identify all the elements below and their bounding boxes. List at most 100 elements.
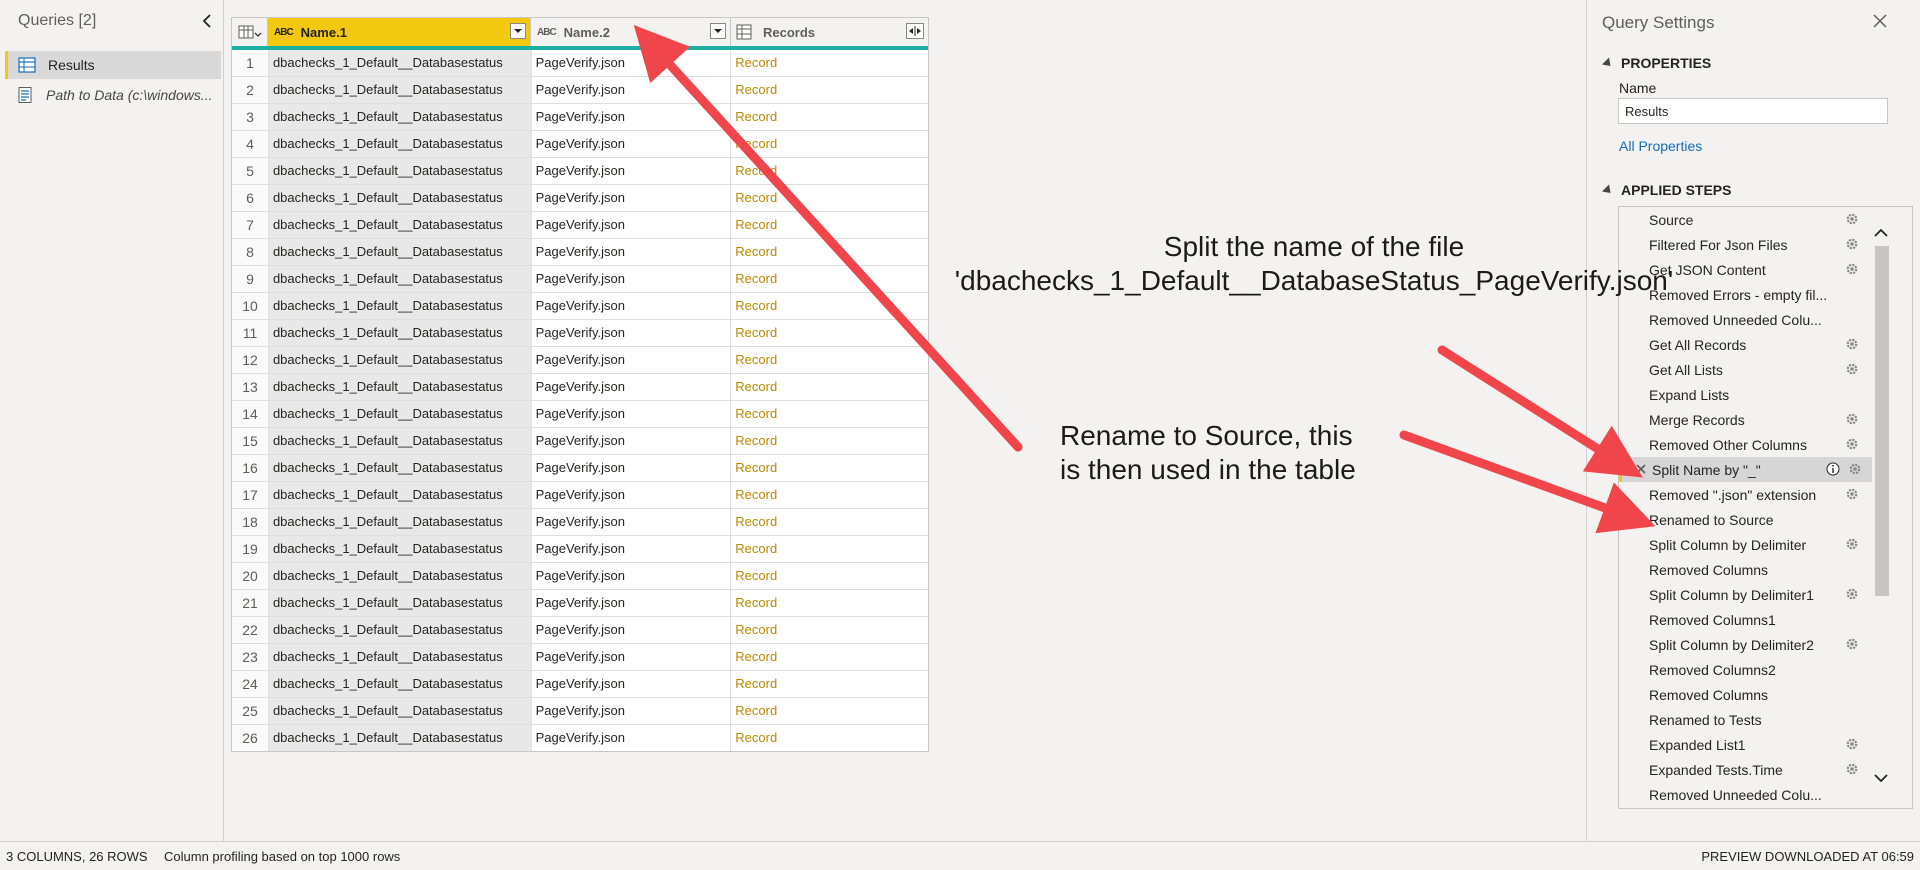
column-header-name1[interactable]: ABC Name.1 [268, 18, 531, 46]
cell-record-link[interactable]: Record [731, 725, 928, 751]
applied-step[interactable]: Removed Columns [1619, 557, 1869, 582]
cell-record-link[interactable]: Record [731, 104, 928, 130]
gear-icon[interactable] [1845, 537, 1859, 551]
gear-icon[interactable] [1845, 212, 1859, 226]
column-header-name2[interactable]: ABC Name.2 [531, 18, 731, 46]
cell-name1[interactable]: dbachecks_1_Default__Databasestatus [268, 536, 532, 562]
applied-step[interactable]: Get All Records [1619, 332, 1869, 357]
table-selector-button[interactable] [232, 18, 268, 46]
row-number[interactable]: 20 [232, 563, 269, 589]
column-filter-dropdown[interactable] [710, 23, 726, 39]
cell-name2[interactable]: PageVerify.json [532, 158, 732, 184]
cell-record-link[interactable]: Record [731, 374, 928, 400]
cell-name2[interactable]: PageVerify.json [532, 212, 732, 238]
query-name-input[interactable] [1618, 98, 1888, 124]
gear-icon[interactable] [1845, 412, 1859, 426]
row-number[interactable]: 17 [232, 482, 269, 508]
properties-section-title[interactable]: PROPERTIES [1601, 55, 1711, 71]
cell-name1[interactable]: dbachecks_1_Default__Databasestatus [268, 590, 532, 616]
cell-name1[interactable]: dbachecks_1_Default__Databasestatus [268, 104, 532, 130]
cell-record-link[interactable]: Record [731, 320, 928, 346]
cell-record-link[interactable]: Record [731, 401, 928, 427]
cell-record-link[interactable]: Record [731, 644, 928, 670]
cell-record-link[interactable]: Record [731, 293, 928, 319]
cell-record-link[interactable]: Record [731, 131, 928, 157]
row-number[interactable]: 18 [232, 509, 269, 535]
row-number[interactable]: 26 [232, 725, 269, 751]
cell-record-link[interactable]: Record [731, 428, 928, 454]
applied-step[interactable]: Removed ".json" extension [1619, 482, 1869, 507]
applied-step[interactable]: Source [1619, 207, 1869, 232]
gear-icon[interactable] [1845, 762, 1859, 776]
cell-record-link[interactable]: Record [731, 590, 928, 616]
cell-name1[interactable]: dbachecks_1_Default__Databasestatus [268, 293, 532, 319]
gear-icon[interactable] [1845, 262, 1859, 276]
text-type-icon[interactable]: ABC [274, 27, 294, 38]
cell-name1[interactable]: dbachecks_1_Default__Databasestatus [268, 563, 532, 589]
scroll-up-icon[interactable] [1873, 226, 1889, 240]
row-number[interactable]: 7 [232, 212, 269, 238]
cell-name2[interactable]: PageVerify.json [532, 401, 732, 427]
cell-name2[interactable]: PageVerify.json [532, 698, 732, 724]
profiling-status[interactable]: Column profiling based on top 1000 rows [164, 849, 400, 864]
cell-name2[interactable]: PageVerify.json [532, 644, 732, 670]
cell-name1[interactable]: dbachecks_1_Default__Databasestatus [268, 617, 532, 643]
scroll-down-icon[interactable] [1873, 771, 1889, 785]
gear-icon[interactable] [1845, 437, 1859, 451]
cell-name2[interactable]: PageVerify.json [532, 347, 732, 373]
cell-name1[interactable]: dbachecks_1_Default__Databasestatus [268, 131, 532, 157]
expand-column-button[interactable] [906, 23, 924, 39]
cell-record-link[interactable]: Record [731, 509, 928, 535]
row-number[interactable]: 4 [232, 131, 269, 157]
cell-record-link[interactable]: Record [731, 347, 928, 373]
row-number[interactable]: 6 [232, 185, 269, 211]
cell-name2[interactable]: PageVerify.json [532, 104, 732, 130]
row-number[interactable]: 13 [232, 374, 269, 400]
cell-record-link[interactable]: Record [731, 266, 928, 292]
cell-record-link[interactable]: Record [731, 455, 928, 481]
query-item-path-to-data[interactable]: Path to Data (c:\windows... [6, 81, 219, 109]
cell-record-link[interactable]: Record [731, 212, 928, 238]
gear-icon[interactable] [1848, 462, 1862, 476]
row-number[interactable]: 19 [232, 536, 269, 562]
applied-step[interactable]: Renamed to Tests [1619, 707, 1869, 732]
applied-step[interactable]: Removed Columns2 [1619, 657, 1869, 682]
cell-record-link[interactable]: Record [731, 536, 928, 562]
cell-record-link[interactable]: Record [731, 50, 928, 76]
cell-name1[interactable]: dbachecks_1_Default__Databasestatus [268, 455, 532, 481]
applied-step[interactable]: Expand Lists [1619, 382, 1869, 407]
row-number[interactable]: 5 [232, 158, 269, 184]
cell-name1[interactable]: dbachecks_1_Default__Databasestatus [268, 185, 532, 211]
delete-step-icon[interactable] [1634, 462, 1648, 476]
cell-name2[interactable]: PageVerify.json [532, 374, 732, 400]
applied-step[interactable]: Expanded List1 [1619, 732, 1869, 757]
cell-name2[interactable]: PageVerify.json [532, 320, 732, 346]
cell-name1[interactable]: dbachecks_1_Default__Databasestatus [268, 401, 532, 427]
record-type-icon[interactable] [735, 24, 755, 40]
cell-name1[interactable]: dbachecks_1_Default__Databasestatus [268, 50, 532, 76]
cell-name2[interactable]: PageVerify.json [532, 482, 732, 508]
gear-icon[interactable] [1845, 587, 1859, 601]
gear-icon[interactable] [1845, 487, 1859, 501]
row-number[interactable]: 9 [232, 266, 269, 292]
row-number[interactable]: 1 [232, 50, 269, 76]
row-number[interactable]: 10 [232, 293, 269, 319]
cell-name1[interactable]: dbachecks_1_Default__Databasestatus [268, 671, 532, 697]
row-number[interactable]: 23 [232, 644, 269, 670]
cell-record-link[interactable]: Record [731, 671, 928, 697]
cell-name2[interactable]: PageVerify.json [532, 131, 732, 157]
column-filter-dropdown[interactable] [510, 23, 526, 39]
cell-name1[interactable]: dbachecks_1_Default__Databasestatus [268, 320, 532, 346]
gear-icon[interactable] [1845, 337, 1859, 351]
row-number[interactable]: 12 [232, 347, 269, 373]
cell-record-link[interactable]: Record [731, 617, 928, 643]
cell-name1[interactable]: dbachecks_1_Default__Databasestatus [268, 266, 532, 292]
cell-name2[interactable]: PageVerify.json [532, 428, 732, 454]
cell-name2[interactable]: PageVerify.json [532, 239, 732, 265]
row-number[interactable]: 2 [232, 77, 269, 103]
cell-name2[interactable]: PageVerify.json [532, 455, 732, 481]
all-properties-link[interactable]: All Properties [1619, 138, 1702, 154]
row-number[interactable]: 25 [232, 698, 269, 724]
cell-name2[interactable]: PageVerify.json [532, 77, 732, 103]
row-number[interactable]: 11 [232, 320, 269, 346]
